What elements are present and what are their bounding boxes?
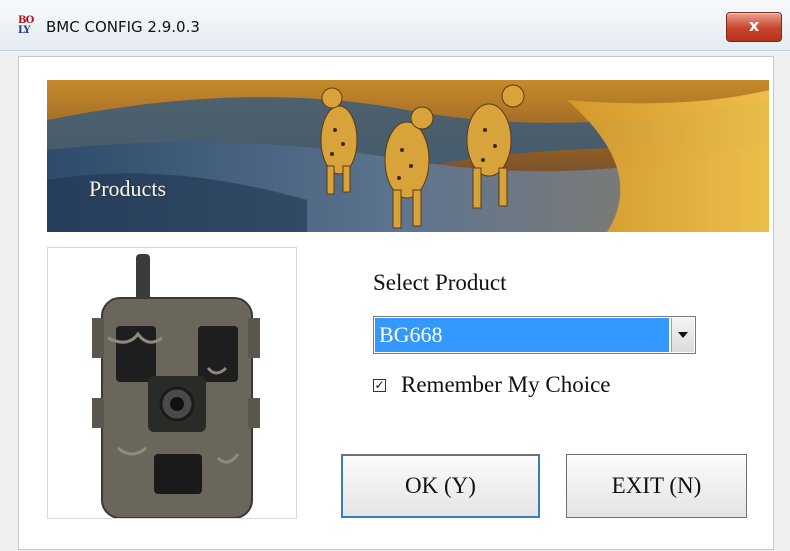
- product-dropdown-value[interactable]: BG668: [375, 318, 669, 352]
- banner-image: Products: [47, 80, 769, 232]
- close-button[interactable]: x: [726, 12, 782, 42]
- window-title: BMC CONFIG 2.9.0.3: [46, 18, 200, 36]
- cheetahs-banner-graphic: [47, 80, 769, 232]
- app-window: BO LY BMC CONFIG 2.9.0.3 x Products Sele…: [0, 0, 790, 551]
- close-icon: x: [748, 16, 760, 35]
- dropdown-arrow-button[interactable]: [671, 318, 694, 352]
- banner-title: Products: [89, 176, 166, 201]
- app-logo-icon: BO LY: [18, 15, 34, 36]
- ok-button[interactable]: OK (Y): [341, 454, 540, 518]
- trail-camera-image: [92, 254, 260, 519]
- chevron-down-icon: [678, 332, 688, 338]
- select-product-label: Select Product: [373, 270, 507, 295]
- product-image: [47, 247, 297, 519]
- product-dropdown[interactable]: BG668: [373, 316, 696, 354]
- title-bar[interactable]: BO LY BMC CONFIG 2.9.0.3 x: [0, 0, 790, 51]
- remember-choice-label[interactable]: Remember My Choice: [401, 372, 611, 398]
- remember-choice-checkbox[interactable]: ✓: [373, 379, 386, 392]
- exit-button[interactable]: EXIT (N): [566, 454, 747, 518]
